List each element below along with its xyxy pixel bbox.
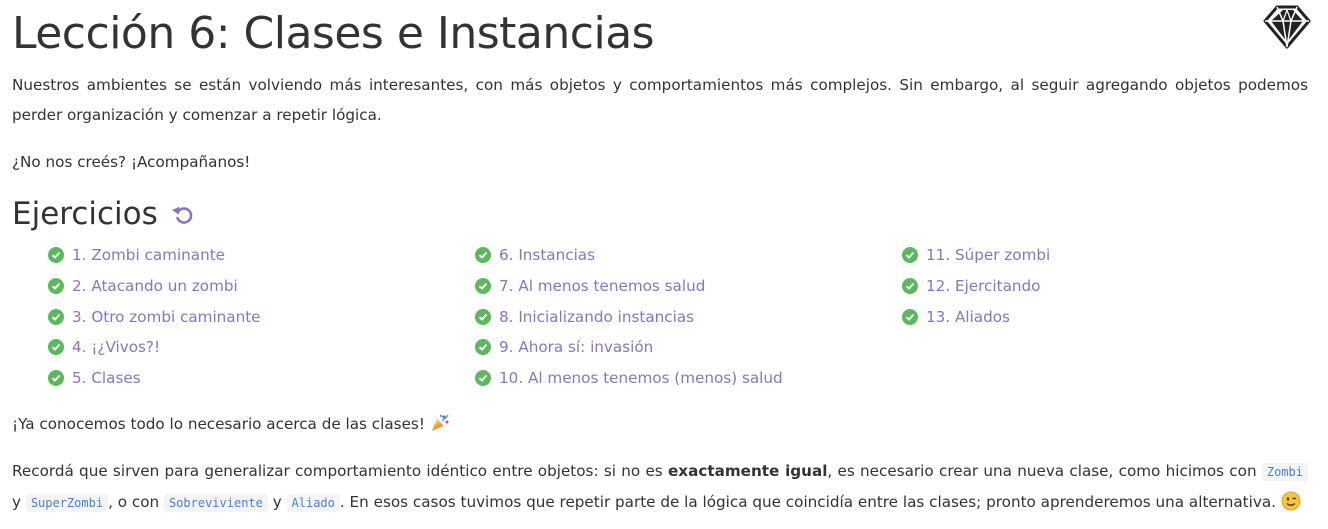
closing-text: ¡Ya conocemos todo lo necesario acerca d… bbox=[12, 415, 425, 433]
check-circle-icon bbox=[475, 277, 491, 294]
check-circle-icon bbox=[48, 339, 64, 356]
exercise-label: 1. Zombi caminante bbox=[72, 246, 226, 264]
exercise-label: 5. Clases bbox=[72, 369, 141, 388]
exercise-label: 6. Instancias bbox=[499, 246, 596, 264]
recap-paragraph: Recordá que sirven para generalizar comp… bbox=[12, 456, 1308, 518]
recap-text: . En esos casos tuvimos que repetir part… bbox=[339, 493, 1276, 511]
exercise-label: 3. Otro zombi caminante bbox=[72, 307, 261, 326]
exercise-link[interactable]: 8. Inicializando instancias bbox=[475, 302, 783, 333]
exercise-label: 12. Ejercitando bbox=[926, 276, 1041, 295]
ruby-gem-icon bbox=[1263, 5, 1311, 49]
exercise-label: 8. Inicializando instancias bbox=[499, 307, 695, 326]
recap-emphasis: exactamente igual bbox=[667, 462, 828, 480]
restart-icon[interactable] bbox=[171, 204, 194, 226]
recap-text: , o con bbox=[108, 493, 164, 511]
code-aliado: Aliado bbox=[286, 494, 340, 512]
check-circle-icon bbox=[475, 370, 491, 387]
exercise-column-2: 6. Instancias 7. Al menos tenemos salud … bbox=[475, 240, 783, 394]
exercises-heading: Ejercicios bbox=[12, 192, 194, 236]
exercise-link[interactable]: 7. Al menos tenemos salud bbox=[475, 271, 783, 302]
check-circle-icon bbox=[475, 247, 491, 263]
check-circle-icon bbox=[48, 308, 64, 325]
recap-text: y bbox=[267, 493, 287, 511]
recap-text: y bbox=[12, 493, 26, 511]
exercise-link[interactable]: 11. Súper zombi bbox=[902, 240, 1050, 271]
check-circle-icon bbox=[48, 247, 64, 263]
intro-paragraph: Nuestros ambientes se están volviendo má… bbox=[12, 76, 1308, 124]
check-circle-icon bbox=[475, 308, 491, 325]
exercise-label: 2. Atacando un zombi bbox=[72, 276, 238, 295]
exercise-label: 11. Súper zombi bbox=[926, 246, 1051, 264]
exercise-link[interactable]: 4. ¡¿Vivos?! bbox=[48, 332, 261, 363]
exercise-link[interactable]: 3. Otro zombi caminante bbox=[48, 302, 261, 333]
check-circle-icon bbox=[902, 247, 918, 263]
exercise-link[interactable]: 2. Atacando un zombi bbox=[48, 271, 261, 302]
exercise-link[interactable]: 12. Ejercitando bbox=[902, 271, 1050, 302]
check-circle-icon bbox=[902, 277, 918, 294]
exercise-column-3: 11. Súper zombi 12. Ejercitando 13. Alia… bbox=[902, 240, 1050, 332]
check-circle-icon bbox=[48, 277, 64, 294]
exercise-label: 13. Aliados bbox=[926, 307, 1010, 326]
closing-line: ¡Ya conocemos todo lo necesario acerca d… bbox=[12, 409, 1308, 439]
code-zombi: Zombi bbox=[1261, 463, 1308, 481]
exercises-heading-label: Ejercicios bbox=[12, 196, 158, 232]
exercise-label: 4. ¡¿Vivos?! bbox=[72, 338, 161, 357]
recap-text: Recordá que sirven para generalizar comp… bbox=[12, 462, 668, 480]
exercise-link[interactable]: 10. Al menos tenemos (menos) salud bbox=[475, 363, 783, 394]
intro-question: ¿No nos creés? ¡Acompañanos! bbox=[12, 153, 251, 171]
winking-face-icon bbox=[1281, 491, 1301, 511]
exercise-link[interactable]: 1. Zombi caminante bbox=[48, 240, 261, 271]
party-popper-icon bbox=[431, 414, 449, 431]
code-superzombi: SuperZombi bbox=[25, 494, 109, 512]
exercise-link[interactable]: 13. Aliados bbox=[902, 302, 1050, 333]
exercise-label: 10. Al menos tenemos (menos) salud bbox=[499, 369, 783, 388]
recap-text: , es necesario crear una nueva clase, co… bbox=[827, 462, 1262, 480]
code-sobreviviente: Sobreviviente bbox=[163, 494, 268, 512]
check-circle-icon bbox=[475, 339, 491, 356]
exercise-link[interactable]: 6. Instancias bbox=[475, 240, 783, 271]
exercise-column-1: 1. Zombi caminante 2. Atacando un zombi … bbox=[48, 240, 261, 394]
check-circle-icon bbox=[902, 308, 918, 325]
exercise-label: 7. Al menos tenemos salud bbox=[499, 276, 706, 295]
page-title: Lección 6: Clases e Instancias bbox=[12, 8, 655, 59]
check-circle-icon bbox=[48, 370, 64, 387]
exercise-link[interactable]: 5. Clases bbox=[48, 363, 261, 394]
exercise-label: 9. Ahora sí: invasión bbox=[499, 338, 654, 357]
exercise-link[interactable]: 9. Ahora sí: invasión bbox=[475, 332, 783, 363]
